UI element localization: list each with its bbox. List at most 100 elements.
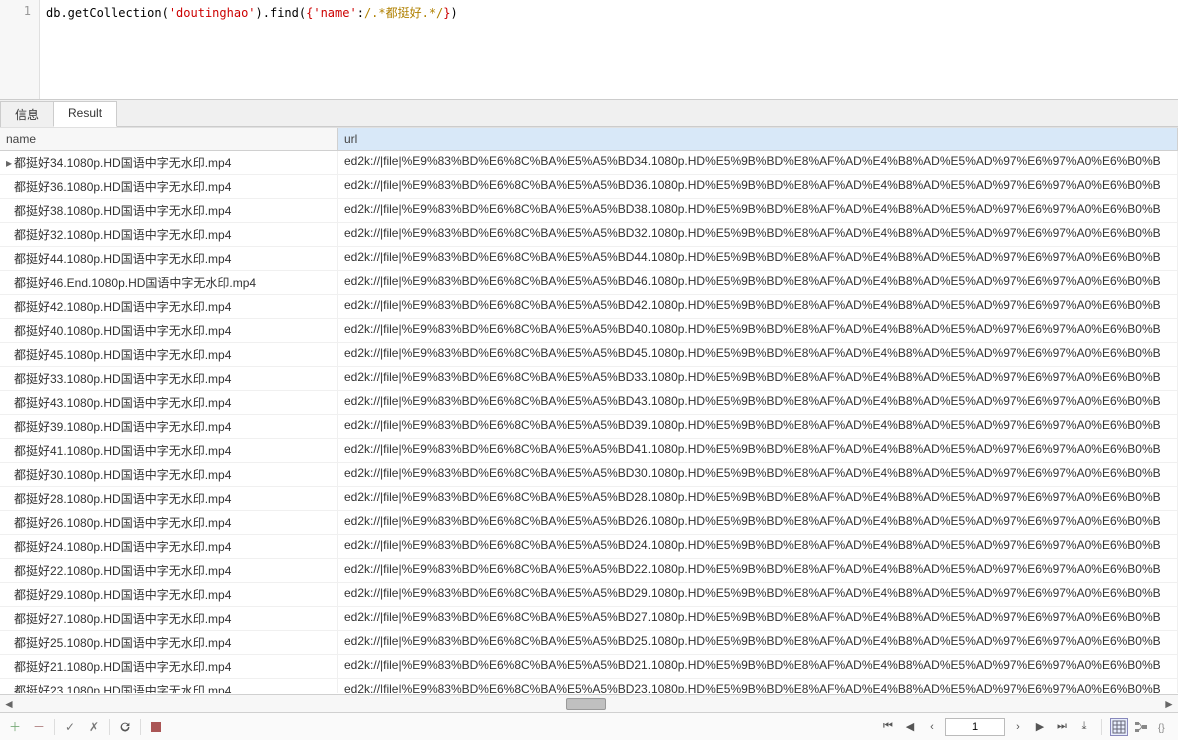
- horizontal-scrollbar[interactable]: ◄ ►: [0, 694, 1178, 712]
- cell-name[interactable]: 都挺好23.1080p.HD国语中字无水印.mp4: [0, 679, 338, 693]
- table-row[interactable]: 都挺好40.1080p.HD国语中字无水印.mp4ed2k://|file|%E…: [0, 319, 1178, 343]
- next-page-button[interactable]: ▶: [1031, 718, 1049, 736]
- name-text: 都挺好42.1080p.HD国语中字无水印.mp4: [14, 298, 231, 315]
- cell-url[interactable]: ed2k://|file|%E9%83%BD%E6%8C%BA%E5%A5%BD…: [338, 511, 1178, 534]
- scroll-right-icon[interactable]: ►: [1160, 697, 1178, 711]
- table-row[interactable]: 都挺好44.1080p.HD国语中字无水印.mp4ed2k://|file|%E…: [0, 247, 1178, 271]
- table-row[interactable]: 都挺好30.1080p.HD国语中字无水印.mp4ed2k://|file|%E…: [0, 463, 1178, 487]
- column-header-url[interactable]: url: [338, 128, 1178, 150]
- cell-name[interactable]: 都挺好30.1080p.HD国语中字无水印.mp4: [0, 463, 338, 486]
- cell-url[interactable]: ed2k://|file|%E9%83%BD%E6%8C%BA%E5%A5%BD…: [338, 439, 1178, 462]
- cell-url[interactable]: ed2k://|file|%E9%83%BD%E6%8C%BA%E5%A5%BD…: [338, 319, 1178, 342]
- cell-name[interactable]: 都挺好44.1080p.HD国语中字无水印.mp4: [0, 247, 338, 270]
- first-page-button[interactable]: ⏮: [879, 718, 897, 736]
- cell-url[interactable]: ed2k://|file|%E9%83%BD%E6%8C%BA%E5%A5%BD…: [338, 223, 1178, 246]
- cancel-button[interactable]: ✗: [85, 718, 103, 736]
- cell-name[interactable]: 都挺好21.1080p.HD国语中字无水印.mp4: [0, 655, 338, 678]
- cell-name[interactable]: 都挺好36.1080p.HD国语中字无水印.mp4: [0, 175, 338, 198]
- table-row[interactable]: 都挺好46.End.1080p.HD国语中字无水印.mp4ed2k://|fil…: [0, 271, 1178, 295]
- cell-name[interactable]: 都挺好38.1080p.HD国语中字无水印.mp4: [0, 199, 338, 222]
- cell-name[interactable]: 都挺好45.1080p.HD国语中字无水印.mp4: [0, 343, 338, 366]
- cell-name[interactable]: 都挺好40.1080p.HD国语中字无水印.mp4: [0, 319, 338, 342]
- cell-name[interactable]: 都挺好41.1080p.HD国语中字无水印.mp4: [0, 439, 338, 462]
- cell-url[interactable]: ed2k://|file|%E9%83%BD%E6%8C%BA%E5%A5%BD…: [338, 655, 1178, 678]
- commit-button[interactable]: ✓: [61, 718, 79, 736]
- cell-url[interactable]: ed2k://|file|%E9%83%BD%E6%8C%BA%E5%A5%BD…: [338, 679, 1178, 693]
- cell-url[interactable]: ed2k://|file|%E9%83%BD%E6%8C%BA%E5%A5%BD…: [338, 463, 1178, 486]
- table-row[interactable]: 都挺好36.1080p.HD国语中字无水印.mp4 ed2k://|file|%E…: [0, 175, 1178, 199]
- query-editor[interactable]: 1 db.getCollection('doutinghao').find({'…: [0, 0, 1178, 100]
- cell-url[interactable]: ed2k://|file|%E9%83%BD%E6%8C%BA%E5%A5%BD…: [338, 487, 1178, 510]
- tab-result[interactable]: Result: [53, 101, 117, 127]
- cell-name[interactable]: 都挺好43.1080p.HD国语中字无水印.mp4: [0, 391, 338, 414]
- cell-url[interactable]: ed2k://|file|%E9%83%BD%E6%8C%BA%E5%A5%BD…: [338, 343, 1178, 366]
- editor-code[interactable]: db.getCollection('doutinghao').find({'na…: [40, 0, 1178, 99]
- cell-name[interactable]: 都挺好32.1080p.HD国语中字无水印.mp4: [0, 223, 338, 246]
- cell-name[interactable]: 都挺好25.1080p.HD国语中字无水印.mp4: [0, 631, 338, 654]
- cell-url[interactable]: ed2k://|file|%E9%83%BD%E6%8C%BA%E5%A5%BD…: [338, 367, 1178, 390]
- cell-url[interactable]: ed2k://|file|%E9%83%BD%E6%8C%BA%E5%A5%BD…: [338, 607, 1178, 630]
- cell-url[interactable]: ed2k://|file|%E9%83%BD%E6%8C%BA%E5%A5%BD…: [338, 391, 1178, 414]
- cell-name[interactable]: 都挺好27.1080p.HD国语中字无水印.mp4: [0, 607, 338, 630]
- tab-info[interactable]: 信息: [0, 101, 54, 127]
- table-row[interactable]: 都挺好32.1080p.HD国语中字无水印.mp4ed2k://|file|%E…: [0, 223, 1178, 247]
- cell-url[interactable]: ed2k://|file|%E9%83%BD%E6%8C%BA%E5%A5%BD…: [338, 295, 1178, 318]
- name-text: 都挺好36.1080p.HD国语中字无水印.mp4: [14, 178, 231, 195]
- cell-name[interactable]: 都挺好22.1080p.HD国语中字无水印.mp4: [0, 559, 338, 582]
- load-more-button[interactable]: ⤓: [1075, 718, 1093, 736]
- cell-url[interactable]: ed2k://|file|%E9%83%BD%E6%8C%BA%E5%A5%BD…: [338, 559, 1178, 582]
- cell-url[interactable]: ed2k://|file|%E9%83%BD%E6%8C%BA%E5%A5%BD…: [338, 271, 1178, 294]
- cell-name[interactable]: 都挺好28.1080p.HD国语中字无水印.mp4: [0, 487, 338, 510]
- cell-url[interactable]: ed2k://|file|%E9%83%BD%E6%8C%BA%E5%A5%BD…: [338, 175, 1178, 198]
- table-row[interactable]: 都挺好42.1080p.HD国语中字无水印.mp4 ed2k://|file|%E…: [0, 295, 1178, 319]
- cell-name[interactable]: 都挺好26.1080p.HD国语中字无水印.mp4: [0, 511, 338, 534]
- grid-view-button[interactable]: [1110, 718, 1128, 736]
- cell-url[interactable]: ed2k://|file|%E9%83%BD%E6%8C%BA%E5%A5%BD…: [338, 151, 1178, 174]
- tree-view-button[interactable]: [1132, 718, 1150, 736]
- table-row[interactable]: 都挺好39.1080p.HD国语中字无水印.mp4ed2k://|file|%E…: [0, 415, 1178, 439]
- scroll-left-icon[interactable]: ◄: [0, 697, 18, 711]
- cell-url[interactable]: ed2k://|file|%E9%83%BD%E6%8C%BA%E5%A5%BD…: [338, 583, 1178, 606]
- delete-row-button[interactable]: －: [30, 718, 48, 736]
- table-row[interactable]: 都挺好21.1080p.HD国语中字无水印.mp4ed2k://|file|%E…: [0, 655, 1178, 679]
- cell-url[interactable]: ed2k://|file|%E9%83%BD%E6%8C%BA%E5%A5%BD…: [338, 631, 1178, 654]
- table-row[interactable]: 都挺好28.1080p.HD国语中字无水印.mp4ed2k://|file|%E…: [0, 487, 1178, 511]
- cell-name[interactable]: ▸都挺好34.1080p.HD国语中字无水印.mp4: [0, 151, 338, 174]
- cell-name[interactable]: 都挺好24.1080p.HD国语中字无水印.mp4: [0, 535, 338, 558]
- last-page-button[interactable]: ⏭: [1053, 718, 1071, 736]
- table-row[interactable]: 都挺好22.1080p.HD国语中字无水印.mp4ed2k://|file|%E…: [0, 559, 1178, 583]
- grid-body[interactable]: ▸都挺好34.1080p.HD国语中字无水印.mp4ed2k://|file|%…: [0, 151, 1178, 693]
- table-row[interactable]: 都挺好38.1080p.HD国语中字无水印.mp4ed2k://|file|%E…: [0, 199, 1178, 223]
- refresh-button[interactable]: [116, 718, 134, 736]
- table-row[interactable]: ▸都挺好34.1080p.HD国语中字无水印.mp4ed2k://|file|%…: [0, 151, 1178, 175]
- prev-record-button[interactable]: ‹: [923, 718, 941, 736]
- table-row[interactable]: 都挺好43.1080p.HD国语中字无水印.mp4ed2k://|file|%E…: [0, 391, 1178, 415]
- cell-url[interactable]: ed2k://|file|%E9%83%BD%E6%8C%BA%E5%A5%BD…: [338, 535, 1178, 558]
- table-row[interactable]: 都挺好45.1080p.HD国语中字无水印.mp4ed2k://|file|%E…: [0, 343, 1178, 367]
- cell-name[interactable]: 都挺好46.End.1080p.HD国语中字无水印.mp4: [0, 271, 338, 294]
- stop-button[interactable]: [147, 718, 165, 736]
- next-record-button[interactable]: ›: [1009, 718, 1027, 736]
- cell-name[interactable]: 都挺好39.1080p.HD国语中字无水印.mp4: [0, 415, 338, 438]
- page-input[interactable]: [945, 718, 1005, 736]
- table-row[interactable]: 都挺好24.1080p.HD国语中字无水印.mp4ed2k://|file|%E…: [0, 535, 1178, 559]
- prev-page-button[interactable]: ◀: [901, 718, 919, 736]
- table-row[interactable]: 都挺好33.1080p.HD国语中字无水印.mp4ed2k://|file|%E…: [0, 367, 1178, 391]
- table-row[interactable]: 都挺好27.1080p.HD国语中字无水印.mp4ed2k://|file|%E…: [0, 607, 1178, 631]
- table-row[interactable]: 都挺好41.1080p.HD国语中字无水印.mp4ed2k://|file|%E…: [0, 439, 1178, 463]
- column-header-name[interactable]: name: [0, 128, 338, 150]
- cell-name[interactable]: 都挺好29.1080p.HD国语中字无水印.mp4: [0, 583, 338, 606]
- add-row-button[interactable]: ＋: [6, 718, 24, 736]
- table-row[interactable]: 都挺好26.1080p.HD国语中字无水印.mp4ed2k://|file|%E…: [0, 511, 1178, 535]
- cell-name[interactable]: 都挺好42.1080p.HD国语中字无水印.mp4: [0, 295, 338, 318]
- table-row[interactable]: 都挺好29.1080p.HD国语中字无水印.mp4ed2k://|file|%E…: [0, 583, 1178, 607]
- table-row[interactable]: 都挺好25.1080p.HD国语中字无水印.mp4ed2k://|file|%E…: [0, 631, 1178, 655]
- table-row[interactable]: 都挺好23.1080p.HD国语中字无水印.mp4ed2k://|file|%E…: [0, 679, 1178, 693]
- cell-url[interactable]: ed2k://|file|%E9%83%BD%E6%8C%BA%E5%A5%BD…: [338, 247, 1178, 270]
- scroll-track[interactable]: [18, 697, 1160, 711]
- cell-url[interactable]: ed2k://|file|%E9%83%BD%E6%8C%BA%E5%A5%BD…: [338, 199, 1178, 222]
- scroll-thumb[interactable]: [566, 698, 606, 710]
- cell-url[interactable]: ed2k://|file|%E9%83%BD%E6%8C%BA%E5%A5%BD…: [338, 415, 1178, 438]
- cell-name[interactable]: 都挺好33.1080p.HD国语中字无水印.mp4: [0, 367, 338, 390]
- json-view-button[interactable]: {}: [1154, 718, 1172, 736]
